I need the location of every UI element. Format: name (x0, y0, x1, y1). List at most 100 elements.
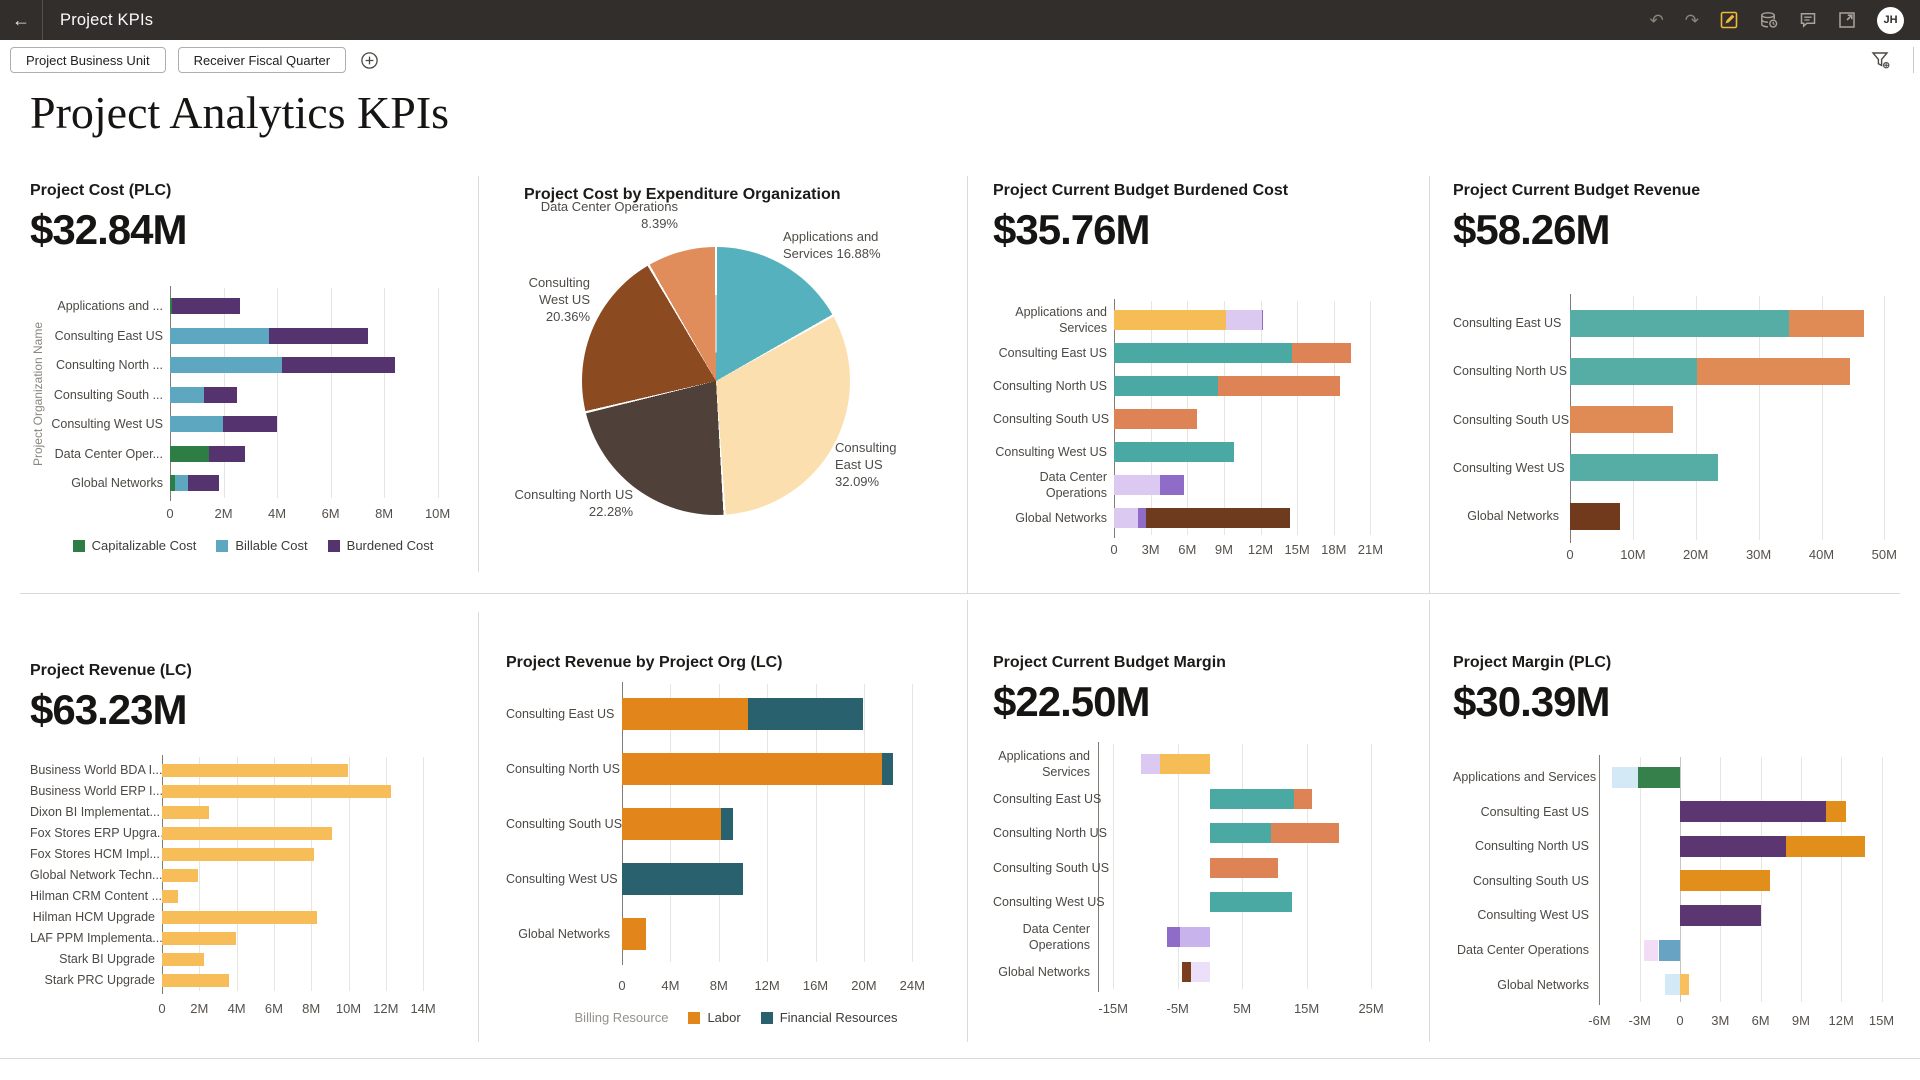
bar-segment[interactable] (1160, 475, 1184, 495)
bar-segment[interactable] (203, 386, 238, 403)
bar-segment[interactable] (1271, 823, 1340, 844)
filter-chip-project-business-unit[interactable]: Project Business Unit (10, 47, 166, 73)
bar-segment[interactable] (1680, 835, 1787, 857)
bar-segment[interactable] (1209, 823, 1272, 844)
avatar[interactable]: JH (1877, 6, 1904, 34)
refresh-data-icon[interactable] (1759, 11, 1778, 29)
legend-item[interactable]: Billable Cost (216, 538, 308, 553)
filter-chip-receiver-fiscal-quarter[interactable]: Receiver Fiscal Quarter (177, 47, 347, 73)
bar-segment[interactable] (223, 416, 278, 432)
bar-segment[interactable] (1570, 502, 1621, 530)
bar-segment[interactable] (721, 808, 734, 840)
bar-segment[interactable] (162, 973, 229, 987)
bar-segment[interactable] (162, 868, 199, 882)
comments-icon[interactable] (1799, 11, 1817, 29)
bar-segment[interactable] (1680, 870, 1770, 892)
bar-segment[interactable] (1180, 927, 1210, 947)
axis-tick-label: 8M (375, 506, 394, 521)
bar-segment[interactable] (162, 763, 348, 777)
redo-icon[interactable]: ↷ (1685, 12, 1699, 29)
bar-segment[interactable] (171, 298, 241, 314)
bar-segment[interactable] (622, 918, 647, 950)
bar-segment[interactable] (1697, 357, 1850, 385)
bar-segment[interactable] (1114, 475, 1161, 495)
open-in-new-icon[interactable] (1838, 11, 1856, 29)
bar-segment[interactable] (1159, 754, 1210, 774)
bar-segment[interactable] (1292, 343, 1351, 363)
bar-segment[interactable] (748, 698, 863, 730)
bar-segment[interactable] (1114, 343, 1293, 363)
bar-segment[interactable] (1209, 788, 1294, 809)
bar-segment[interactable] (1209, 892, 1293, 913)
bar-segment[interactable] (1114, 508, 1139, 528)
pie-chart[interactable] (582, 247, 850, 515)
bar-segment[interactable] (1570, 454, 1719, 482)
bar-segment[interactable] (1114, 442, 1234, 462)
bar-segment[interactable] (170, 357, 282, 373)
bar-segment[interactable] (1638, 766, 1680, 788)
bar-segment[interactable] (162, 910, 317, 924)
legend-item[interactable]: Capitalizable Cost (72, 538, 196, 553)
legend-item[interactable]: Burdened Cost (327, 538, 433, 553)
bar-segment[interactable] (1658, 939, 1680, 961)
row-label: Consulting North US (993, 379, 1107, 393)
back-button[interactable]: ← (0, 0, 43, 40)
undo-icon[interactable]: ↶ (1650, 12, 1664, 29)
bar-segment[interactable] (174, 475, 189, 491)
bar-segment[interactable] (1114, 409, 1197, 429)
bar-segment[interactable] (162, 847, 314, 861)
bar-segment[interactable] (622, 698, 749, 730)
legend-item[interactable]: Financial Resources (760, 1010, 897, 1025)
bar-segment[interactable] (162, 889, 178, 903)
add-filter-icon[interactable] (360, 51, 379, 70)
filter-settings-icon[interactable] (1870, 49, 1892, 71)
bar-segment[interactable] (1826, 801, 1847, 823)
bar-segment[interactable] (1680, 801, 1827, 823)
bar-segment[interactable] (1680, 974, 1690, 996)
bar-segment[interactable] (208, 445, 246, 462)
bar-segment[interactable] (1293, 788, 1313, 809)
bar-segment[interactable] (162, 784, 391, 798)
bar-segment[interactable] (1570, 357, 1697, 385)
bar-segment[interactable] (1217, 376, 1340, 396)
bar-segment[interactable] (170, 445, 209, 462)
bar-segment[interactable] (1145, 508, 1290, 528)
row-label: Fox Stores HCM Impl... (30, 847, 160, 861)
bar-segment[interactable] (882, 753, 893, 785)
bar-segment[interactable] (1665, 974, 1680, 996)
bar-segment[interactable] (1261, 310, 1264, 330)
bar-segment[interactable] (170, 386, 204, 403)
gridline (1297, 300, 1299, 535)
bar-segment[interactable] (622, 808, 722, 840)
bar-segment[interactable] (1138, 508, 1146, 528)
bar-segment[interactable] (1226, 310, 1262, 330)
bar-segment[interactable] (1680, 904, 1761, 926)
bar-segment[interactable] (281, 357, 395, 373)
bar-segment[interactable] (188, 475, 220, 491)
bar-segment[interactable] (1789, 309, 1864, 337)
bar-segment[interactable] (1167, 927, 1181, 947)
bar-segment[interactable] (1643, 939, 1659, 961)
bar-segment[interactable] (1114, 376, 1218, 396)
bar-segment[interactable] (162, 826, 332, 840)
bar-segment[interactable] (622, 753, 883, 785)
bar-segment[interactable] (1191, 961, 1210, 982)
bar-segment[interactable] (1114, 310, 1227, 330)
bar-segment[interactable] (622, 863, 743, 895)
bar-segment[interactable] (1181, 961, 1192, 982)
bar-segment[interactable] (170, 327, 269, 344)
bar-segment[interactable] (1786, 835, 1866, 857)
bar-segment[interactable] (1209, 857, 1278, 878)
bar-segment[interactable] (162, 952, 205, 966)
bar-segment[interactable] (170, 416, 223, 432)
bar-segment[interactable] (162, 931, 237, 945)
bar-segment[interactable] (1570, 406, 1673, 434)
bar-segment[interactable] (1611, 766, 1639, 788)
edit-icon[interactable] (1720, 11, 1738, 29)
pie-slice-label: Consulting East US 32.09% (835, 440, 897, 489)
bar-segment[interactable] (1570, 309, 1790, 337)
bar-segment[interactable] (1140, 754, 1160, 774)
bar-segment[interactable] (268, 327, 368, 344)
bar-segment[interactable] (162, 805, 209, 819)
legend-item[interactable]: Labor (688, 1010, 741, 1025)
